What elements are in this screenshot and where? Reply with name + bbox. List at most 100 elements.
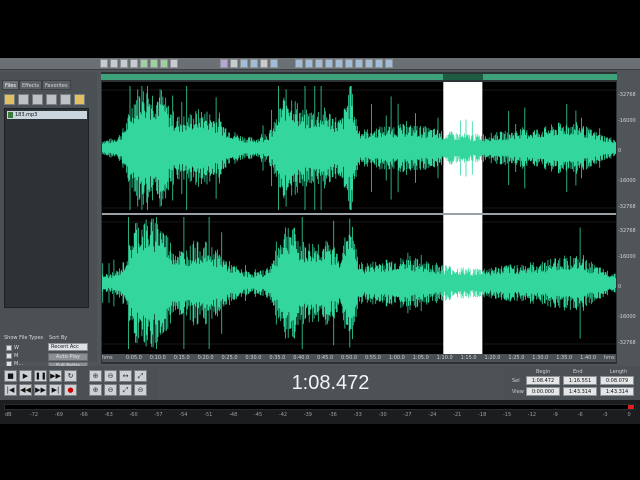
play-button[interactable]: ▶ <box>19 370 32 382</box>
audio-editor-window: Files Effects Favorites 183.mp3 Show Fil… <box>0 58 640 424</box>
current-time-display: 1:08.472 <box>291 372 370 394</box>
time-label: 0:35.0 <box>269 355 286 361</box>
time-label: 1:20.0 <box>484 355 501 361</box>
zoom-icon[interactable] <box>240 59 248 68</box>
tool-icon[interactable] <box>385 59 393 68</box>
scrub-icon[interactable] <box>270 59 278 68</box>
amplitude-label: -32768 <box>618 228 636 234</box>
tool-icon[interactable] <box>375 59 383 68</box>
open-file-icon[interactable] <box>4 94 15 105</box>
sort-by-select[interactable]: Recent Acc <box>48 343 88 351</box>
undo-icon[interactable] <box>160 59 168 68</box>
tool-icon[interactable] <box>325 59 333 68</box>
loop-button[interactable]: ↻ <box>64 370 77 382</box>
time-label: 0:25.0 <box>221 355 238 361</box>
meter-scale-label: -21 <box>453 412 462 418</box>
meter-scale-label: -63 <box>104 412 113 418</box>
paste-icon[interactable] <box>150 59 158 68</box>
show-file-types-label: Show File Types <box>4 335 44 341</box>
folder-icon[interactable] <box>74 94 85 105</box>
select-icon[interactable] <box>230 59 238 68</box>
audio-file-icon <box>8 112 13 118</box>
open-icon[interactable] <box>110 59 118 68</box>
play-to-end-button[interactable]: ▶▶ <box>49 370 62 382</box>
zoom-out-horizontal-icon[interactable]: ⊖ <box>104 370 117 382</box>
tool-icon[interactable] <box>355 59 363 68</box>
zoom-in-vertical-icon[interactable]: ⊕ <box>89 384 102 396</box>
zoom-right-icon[interactable]: ⊖ <box>134 384 147 396</box>
file-type-filter[interactable]: W <box>6 345 38 351</box>
meter-scale-label: -12 <box>527 412 537 418</box>
file-type-label: M <box>14 353 19 359</box>
selection-row-label: View <box>512 389 524 395</box>
file-item[interactable]: 183.mp3 <box>7 111 87 119</box>
new-icon[interactable] <box>100 59 108 68</box>
meter-scale-label: -27 <box>403 412 412 418</box>
zoom-selection-icon[interactable]: ⤢ <box>134 370 147 382</box>
tool-icon[interactable] <box>315 59 323 68</box>
tab-effects[interactable]: Effects <box>19 80 42 90</box>
selection-length-field[interactable]: 0:08.079 <box>600 376 634 385</box>
zoom-out-vertical-icon[interactable]: ⊖ <box>104 384 117 396</box>
go-to-end-button[interactable]: ▶| <box>49 384 62 396</box>
time-label: 1:40.0 <box>580 355 597 361</box>
rewind-button[interactable]: ◀◀ <box>19 384 32 396</box>
amplitude-label: -32768 <box>618 204 636 210</box>
time-label: 1:30.0 <box>532 355 549 361</box>
file-type-filter[interactable]: M <box>6 353 38 359</box>
time-ruler[interactable]: hms 0:05.0 0:10.0 0:15.0 0:20.0 0:25.0 0:30.0 0… <box>102 354 616 362</box>
selection-begin-field[interactable]: 0:00.000 <box>526 387 560 396</box>
zoom-left-icon[interactable]: ⤢ <box>119 384 132 396</box>
pause-button[interactable]: ❚❚ <box>34 370 47 382</box>
meter-scale-label: -42 <box>278 412 288 418</box>
record-button[interactable]: ● <box>64 384 77 396</box>
tool-icon[interactable] <box>295 59 303 68</box>
tool-icon[interactable] <box>345 59 353 68</box>
stop-button[interactable]: ■ <box>4 370 17 382</box>
tab-files[interactable]: Files <box>2 80 19 90</box>
selection-length-field[interactable]: 1:43.314 <box>600 387 634 396</box>
tool-icon[interactable] <box>305 59 313 68</box>
waveform-display[interactable] <box>102 82 616 354</box>
tool-icon[interactable] <box>365 59 373 68</box>
amplitude-label: -16000 <box>618 178 636 184</box>
meter-scale-label: -9 <box>552 412 558 418</box>
selection-end-field[interactable]: 1:16.551 <box>563 376 597 385</box>
edit-file-icon[interactable] <box>60 94 71 105</box>
tab-favorites[interactable]: Favorites <box>42 80 71 90</box>
copy-icon[interactable] <box>140 59 148 68</box>
selection-begin-field[interactable]: 1:08.472 <box>526 376 560 385</box>
cut-icon[interactable] <box>130 59 138 68</box>
go-to-start-button[interactable]: |◀ <box>4 384 17 396</box>
file-list: 183.mp3 <box>4 108 89 308</box>
auto-play-button[interactable]: Auto-Play <box>48 353 88 361</box>
overview-bar[interactable] <box>101 74 617 80</box>
selection-view-panel: Begin End Length Sel 1:08.472 1:16.551 0:08.07… <box>508 368 638 400</box>
clip-indicator[interactable] <box>628 405 634 409</box>
close-file-icon[interactable] <box>32 94 43 105</box>
checkbox-icon <box>6 353 12 359</box>
time-label: 1:05.0 <box>412 355 429 361</box>
time-label: 1:25.0 <box>508 355 525 361</box>
selection-highlight[interactable] <box>443 82 483 354</box>
mix-icon[interactable] <box>220 59 228 68</box>
amplitude-label: 0 <box>618 284 622 290</box>
tool-icon[interactable] <box>335 59 343 68</box>
overview-viewport[interactable] <box>443 74 483 80</box>
meter-scale-label: -36 <box>328 412 337 418</box>
zoom-full-icon[interactable]: ↔ <box>119 370 132 382</box>
amplitude-ruler: -32768 -16000 0 -16000 -32768 -32768 -16000 0 -1… <box>617 82 640 354</box>
import-icon[interactable] <box>18 94 29 105</box>
insert-icon[interactable] <box>46 94 57 105</box>
time-label: 0:15.0 <box>173 355 190 361</box>
save-icon[interactable] <box>120 59 128 68</box>
meter-scale-label: 0 <box>627 412 631 418</box>
fast-forward-button[interactable]: ▶▶ <box>34 384 47 396</box>
amplitude-label: -16000 <box>618 118 636 124</box>
hand-icon[interactable] <box>250 59 258 68</box>
sort-by-label: Sort By <box>49 335 68 341</box>
redo-icon[interactable] <box>170 59 178 68</box>
pencil-icon[interactable] <box>260 59 268 68</box>
zoom-in-horizontal-icon[interactable]: ⊕ <box>89 370 102 382</box>
selection-end-field[interactable]: 1:43.314 <box>563 387 597 396</box>
